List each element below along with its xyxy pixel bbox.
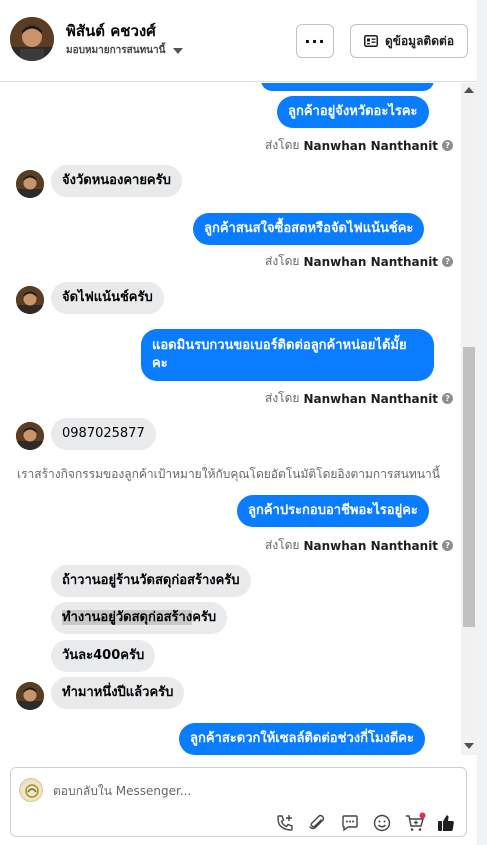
info-icon[interactable]: ? <box>442 540 454 551</box>
sender-name: Nanwhan Nanthanit <box>303 138 439 153</box>
reply-input[interactable]: ตอบกลับใน Messenger... <box>53 782 191 801</box>
message-bubble-outgoing[interactable]: ลูกค้าอยู่จังหวัดอะไรคะ <box>277 96 429 128</box>
info-icon[interactable]: ? <box>442 393 454 404</box>
scrollbar-thumb[interactable] <box>463 347 475 627</box>
message-line: แอดมินรบกวนขอเบอร์ติดต่อลูกค้าหน่อยได้มั… <box>152 338 407 353</box>
message-line: คะ <box>152 356 168 371</box>
more-label: ··· <box>304 31 326 51</box>
message-bubble-outgoing[interactable]: ลูกค้าสนสใจซื้อสดหรือจัดไฟแน้นช์คะ <box>193 213 425 245</box>
sent-by-prefix: ส่งโดย <box>265 391 300 405</box>
message-bubble-outgoing[interactable]: ลูกค้าประกอบอาชีพอะไรอยู่คะ <box>237 495 429 527</box>
message-bubble-outgoing[interactable]: ลูกค้าสะดวกให้เซลล์ติดต่อช่วงกี่โมงดีคะ <box>179 723 425 755</box>
call-add-icon[interactable] <box>274 812 296 834</box>
sender-name: Nanwhan Nanthanit <box>303 254 439 269</box>
message-bubble-incoming[interactable]: จัดไฟแน้นช์ครับ <box>51 282 164 314</box>
message-bubble-incoming[interactable]: วันละ400ครับ <box>51 640 156 672</box>
automation-system-note: เราสร้างกิจกรรมของลูกค้าเป้าหมายให้กับคุ… <box>17 467 440 481</box>
info-icon[interactable]: ? <box>442 256 454 267</box>
sender-name: Nanwhan Nanthanit <box>303 391 439 406</box>
view-contact-info-label: ดูข้อมูลติดต่อ <box>384 33 455 48</box>
info-icon[interactable]: ? <box>442 140 454 151</box>
contact-name: พิสันต์ คชวงศ์ <box>66 22 156 40</box>
assign-conversation-dropdown[interactable]: มอบหมายการสนทนานี้ <box>66 43 184 58</box>
sent-by-label: ส่งโดย Nanwhan Nanthanit ? <box>265 136 454 155</box>
conversation-header: พิสันต์ คชวงศ์ มอบหมายการสนทนานี้ ··· ดู… <box>0 0 477 82</box>
sent-by-prefix: ส่งโดย <box>265 254 300 268</box>
scroll-up-arrow-icon[interactable] <box>464 87 474 93</box>
caret-down-icon <box>173 47 184 54</box>
contact-avatar-small[interactable] <box>16 682 44 710</box>
scroll-down-arrow-icon[interactable] <box>464 743 474 749</box>
panel-edge <box>477 0 487 845</box>
saved-replies-icon[interactable] <box>339 812 361 834</box>
message-bubble-outgoing-partial <box>261 83 434 91</box>
more-options-button[interactable]: ··· <box>296 24 334 58</box>
like-thumbs-up-icon[interactable] <box>435 812 457 834</box>
sender-name: Nanwhan Nanthanit <box>303 538 439 553</box>
message-bubble-outgoing[interactable]: แอดมินรบกวนขอเบอร์ติดต่อลูกค้าหน่อยได้มั… <box>141 329 434 381</box>
message-text: ครับ <box>192 610 217 625</box>
sent-by-label: ส่งโดย Nanwhan Nanthanit ? <box>265 536 454 555</box>
reply-composer[interactable]: ตอบกลับใน Messenger... <box>10 767 467 837</box>
page-avatar <box>19 778 43 802</box>
message-bubble-incoming[interactable]: 0987025877 <box>51 418 156 450</box>
message-bubble-incoming[interactable]: จังวัดหนองคายครับ <box>51 165 182 197</box>
contact-avatar[interactable] <box>10 17 54 61</box>
contact-avatar-small[interactable] <box>16 286 44 314</box>
contact-avatar-small[interactable] <box>16 422 44 450</box>
assign-label: มอบหมายการสนทนานี้ <box>66 45 166 56</box>
sent-by-label: ส่งโดย Nanwhan Nanthanit ? <box>265 252 454 271</box>
message-bubble-incoming[interactable]: ถ้าวานอยู่ร้านวัดสดุก่อสร้างครับ <box>51 565 251 597</box>
selected-text-highlight: ทำงานอยู่วัดสดุก่อสร้าง <box>62 610 193 625</box>
message-thread[interactable]: ลูกค้าอยู่จังหวัดอะไรคะ ส่งโดย Nanwhan N… <box>0 83 461 755</box>
contact-avatar-small[interactable] <box>16 170 44 198</box>
attachment-icon[interactable] <box>306 812 328 834</box>
emoji-icon[interactable] <box>371 812 393 834</box>
message-bubble-incoming[interactable]: ทำมาหนึ่งปีแล้วครับ <box>51 677 185 709</box>
view-contact-info-button[interactable]: ดูข้อมูลติดต่อ <box>350 24 468 58</box>
sent-by-prefix: ส่งโดย <box>265 538 300 552</box>
shopping-cart-icon[interactable] <box>404 812 426 834</box>
thread-scrollbar[interactable] <box>461 83 477 755</box>
contact-card-icon <box>363 35 378 47</box>
message-bubble-incoming[interactable]: ทำงานอยู่วัดสดุก่อสร้างครับ <box>51 602 228 634</box>
sent-by-prefix: ส่งโดย <box>265 138 300 152</box>
sent-by-label: ส่งโดย Nanwhan Nanthanit ? <box>265 389 454 408</box>
